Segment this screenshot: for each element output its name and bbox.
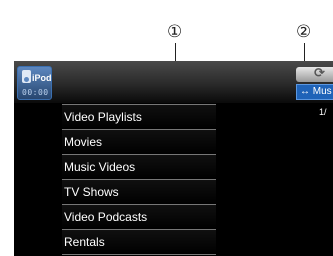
category-list: Video Playlists Movies Music Videos TV S…	[62, 104, 216, 255]
header-bar	[14, 61, 333, 103]
source-label: iPod	[32, 73, 52, 83]
list-item-rentals[interactable]: Rentals	[62, 230, 216, 255]
ipod-icon	[22, 70, 31, 83]
repeat-icon: ⟳	[314, 67, 325, 81]
callout-2: ②	[296, 22, 312, 42]
list-item-tv-shows[interactable]: TV Shows	[62, 180, 216, 205]
mode-button[interactable]: ⟳	[296, 67, 333, 82]
list-item-movies[interactable]: Movies	[62, 130, 216, 155]
music-switch-button[interactable]: ↔ Mus	[296, 84, 333, 100]
page-counter: 1/	[319, 107, 327, 117]
list-item-video-podcasts[interactable]: Video Podcasts	[62, 205, 216, 230]
ipod-screen: iPod 00:00 ⟳ ↔ Mus 1/ Video Playlists Mo…	[14, 61, 333, 256]
callout-1: ①	[167, 22, 183, 42]
source-button[interactable]: iPod 00:00	[17, 66, 52, 100]
list-item-music-videos[interactable]: Music Videos	[62, 155, 216, 180]
elapsed-time: 00:00	[22, 88, 49, 97]
list-item-video-playlists[interactable]: Video Playlists	[62, 104, 216, 130]
